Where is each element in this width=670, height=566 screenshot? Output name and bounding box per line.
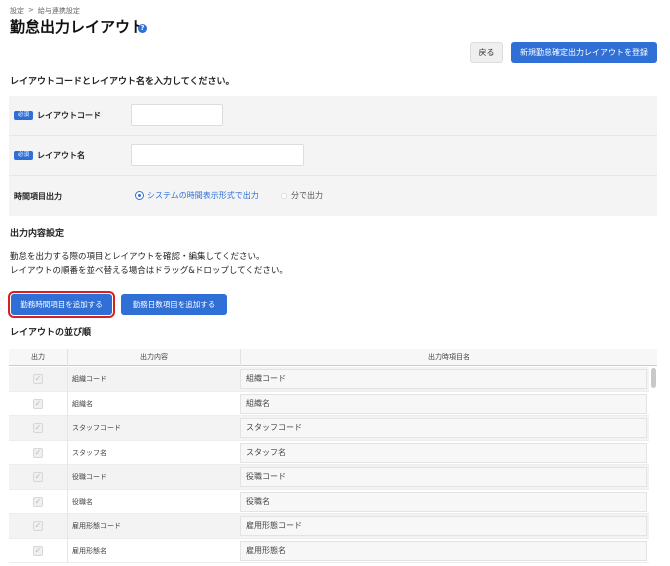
table-row[interactable]: ✓ スタッフコード スタッフコード	[9, 416, 649, 441]
table-row[interactable]: ✓ 役職名 役職名	[9, 489, 649, 514]
table-row[interactable]: ✓ 雇用形態名 雇用形態名	[9, 538, 649, 563]
output-name-field[interactable]: スタッフ名	[240, 442, 647, 463]
output-content-text: スタッフ名	[72, 448, 107, 457]
output-content-text: 役職名	[72, 497, 93, 506]
layout-form: 必須 レイアウトコード 必須 レイアウト名 時間項目出力 システムの時間表示形式…	[9, 96, 657, 216]
register-layout-button[interactable]: 新規勤怠確定出力レイアウトを登録	[511, 42, 657, 63]
radio-minutes-label[interactable]: 分で出力	[291, 190, 323, 201]
output-checkbox[interactable]: ✓	[33, 447, 43, 458]
output-name-field[interactable]: 組織コード	[240, 369, 647, 389]
back-button[interactable]: 戻る	[470, 42, 503, 63]
output-content-cell: 役職名	[67, 489, 239, 514]
output-settings-desc-2: レイアウトの順番を並べ替える場合はドラッグ&ドロップしてください。	[10, 266, 288, 276]
output-content-text: 雇用形態コード	[72, 522, 121, 530]
breadcrumb-item-settings[interactable]: 設定	[10, 6, 24, 16]
output-content-cell: 雇用形態名	[67, 538, 239, 563]
output-settings-heading: 出力内容設定	[10, 229, 65, 239]
breadcrumb-item-payroll-link[interactable]: 給与連携設定	[38, 6, 80, 16]
breadcrumb-separator: >	[28, 6, 34, 14]
column-header-output-name: 出力時項目名	[240, 349, 657, 366]
page-title: 勤怠出力レイアウト	[10, 18, 146, 36]
output-content-text: 組織コード	[72, 375, 107, 383]
output-checkbox[interactable]: ✓	[33, 521, 43, 531]
radio-system-format[interactable]	[135, 191, 144, 200]
layout-order-heading: レイアウトの並び順	[10, 328, 92, 338]
radio-system-format-label[interactable]: システムの時間表示形式で出力	[147, 190, 259, 201]
output-name-field[interactable]: 雇用形態コード	[240, 516, 647, 536]
table-row[interactable]: ✓ 組織名 組織名	[9, 391, 649, 416]
table-row[interactable]: ✓ 雇用形態コード 雇用形態コード	[9, 514, 649, 539]
output-content-text: スタッフコード	[72, 424, 121, 432]
output-content-cell: スタッフ名	[67, 440, 239, 465]
add-work-days-item-button[interactable]: 勤務日数項目を追加する	[121, 294, 227, 315]
help-icon[interactable]: ?	[138, 24, 147, 33]
layout-form-heading: レイアウトコードとレイアウト名を入力してください。	[10, 77, 235, 87]
output-name-field[interactable]: 役職コード	[240, 467, 647, 487]
time-output-label: 時間項目出力	[14, 192, 62, 201]
output-name-field[interactable]: 役職名	[240, 491, 647, 512]
layout-code-input[interactable]	[131, 104, 223, 126]
table-scrollbar[interactable]	[651, 368, 656, 388]
required-badge: 必須	[14, 111, 33, 120]
breadcrumb: 設定 > 給与連携設定	[10, 6, 80, 16]
output-checkbox[interactable]: ✓	[33, 472, 43, 482]
table-row[interactable]: ✓ スタッフ名 スタッフ名	[9, 440, 649, 465]
required-badge: 必須	[14, 151, 33, 160]
add-work-time-item-button[interactable]: 勤務時間項目を追加する	[8, 291, 115, 318]
output-checkbox[interactable]: ✓	[33, 398, 43, 409]
output-content-cell: 雇用形態コード	[67, 514, 239, 539]
output-checkbox[interactable]: ✓	[33, 374, 43, 384]
table-row[interactable]: ✓ 組織コード 組織コード	[9, 367, 649, 392]
table-header: 出力 出力内容 出力時項目名	[9, 349, 657, 366]
output-checkbox[interactable]: ✓	[33, 545, 43, 556]
output-content-cell: 役職コード	[67, 465, 239, 490]
output-checkbox[interactable]: ✓	[33, 496, 43, 507]
layout-code-label: レイアウトコード	[37, 111, 101, 120]
layout-name-input[interactable]	[131, 144, 304, 166]
output-content-text: 役職コード	[72, 473, 107, 481]
output-name-field[interactable]: 雇用形態名	[240, 540, 647, 561]
output-content-text: 雇用形態名	[72, 546, 107, 555]
column-header-content: 出力内容	[67, 349, 240, 366]
output-name-field[interactable]: スタッフコード	[240, 418, 647, 438]
time-output-row: 時間項目出力 システムの時間表示形式で出力 分で出力	[9, 176, 657, 216]
layout-order-table: 出力 出力内容 出力時項目名 ✓ 組織コード 組織コード ✓ 組織名 組織名 ✓ スタッフコー…	[9, 349, 657, 566]
layout-name-row: 必須 レイアウト名	[9, 136, 657, 176]
output-settings-desc-1: 勤怠を出力する際の項目とレイアウトを確認・編集してください。	[10, 252, 265, 262]
column-header-output: 出力	[31, 353, 45, 361]
output-content-text: 組織名	[72, 399, 93, 408]
layout-code-row: 必須 レイアウトコード	[9, 96, 657, 136]
table-row[interactable]: ✓ 役職コード 役職コード	[9, 465, 649, 490]
output-content-cell: 組織コード	[67, 367, 239, 392]
layout-name-label: レイアウト名	[37, 151, 85, 160]
radio-minutes[interactable]	[281, 193, 287, 199]
output-content-cell: スタッフコード	[67, 416, 239, 441]
output-name-field[interactable]: 組織名	[240, 393, 647, 414]
output-content-cell: 組織名	[67, 391, 239, 416]
output-checkbox[interactable]: ✓	[33, 423, 43, 433]
